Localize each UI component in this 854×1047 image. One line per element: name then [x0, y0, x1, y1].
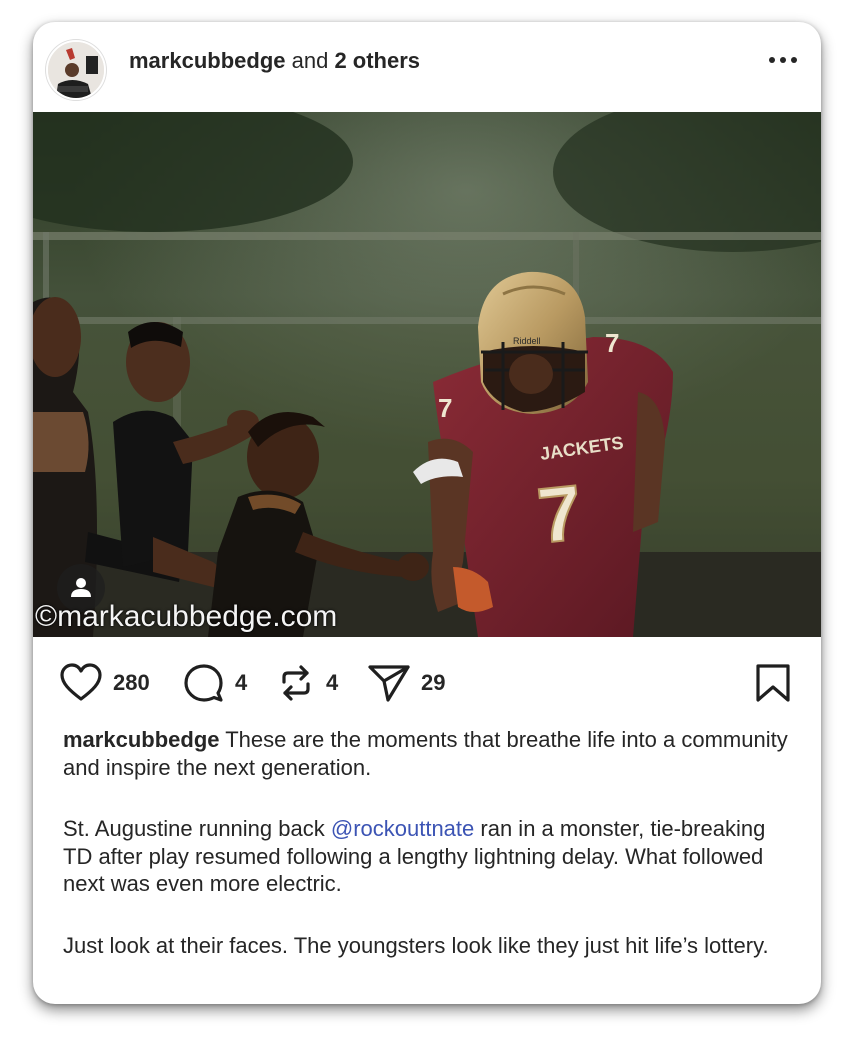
photo-watermark: ©markacubbedge.com	[35, 600, 338, 633]
author-connector: and	[285, 48, 335, 73]
football-celebration-image: Riddell JACKETS 7 7 7	[33, 112, 821, 637]
caption-paragraph-1: markcubbedge These are the moments that …	[63, 726, 793, 781]
post-caption: markcubbedge These are the moments that …	[63, 726, 793, 993]
share-count: 29	[421, 670, 446, 695]
caption-paragraph-3: Just look at their faces. The youngsters…	[63, 932, 769, 958]
repost-button[interactable]: 4	[276, 663, 338, 703]
caption-paragraph-2: St. Augustine running back @rockouttnate…	[63, 815, 793, 898]
author-line[interactable]: markcubbedge and 2 others	[129, 48, 420, 74]
jersey-number-text: 7	[534, 468, 586, 560]
share-button[interactable]: 29	[367, 663, 445, 703]
repost-count: 4	[326, 670, 339, 695]
post-header: markcubbedge and 2 others	[33, 22, 821, 112]
caption-username[interactable]: markcubbedge	[63, 727, 220, 752]
post-card: markcubbedge and 2 others Riddell JACKET…	[33, 22, 821, 1004]
helmet-brand-text: Riddell	[513, 336, 541, 346]
more-dots-icon	[769, 57, 797, 63]
bookmark-icon	[756, 664, 790, 702]
paper-plane-icon	[368, 665, 410, 702]
sleeve-number-left: 7	[438, 393, 452, 423]
comment-button[interactable]: 4	[183, 663, 247, 703]
author-username[interactable]: markcubbedge	[129, 48, 286, 73]
comment-count: 4	[235, 670, 248, 695]
post-photo[interactable]: Riddell JACKETS 7 7 7 ©markacubbedge.com	[33, 112, 821, 637]
avatar[interactable]	[46, 40, 106, 100]
post-actions-bar: 280 4 4 29	[33, 637, 821, 727]
repost-arrows-icon	[282, 665, 310, 701]
like-button[interactable]: 280	[59, 663, 150, 703]
speech-bubble-icon	[184, 664, 223, 702]
like-count: 280	[113, 670, 150, 695]
sleeve-number-right: 7	[605, 328, 619, 358]
more-options-button[interactable]	[767, 50, 799, 70]
heart-icon	[60, 663, 102, 701]
save-button[interactable]	[755, 663, 791, 703]
coauthors-link[interactable]: 2 others	[334, 48, 420, 73]
caption-mention-link[interactable]: @rockouttnate	[331, 816, 474, 841]
caption-text-2a: St. Augustine running back	[63, 816, 331, 841]
